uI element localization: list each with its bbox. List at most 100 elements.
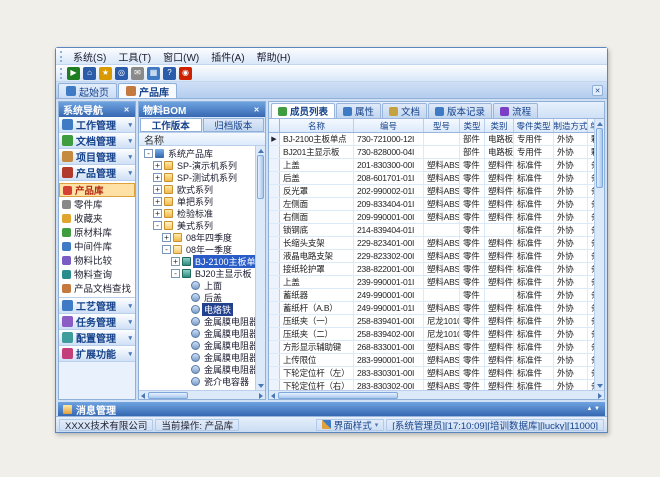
tree-toggle-icon[interactable]: +: [171, 257, 180, 266]
tree-node[interactable]: + SP-测试机系列: [139, 171, 255, 183]
row-selector[interactable]: [269, 263, 280, 275]
table-row[interactable]: 长缩头支架 229-823401-00I 塑料ABS 零件 塑料件 标准件 外协…: [269, 237, 594, 250]
row-selector[interactable]: [269, 146, 280, 158]
toolbar-grip[interactable]: [60, 68, 63, 79]
close-icon[interactable]: [122, 105, 131, 114]
column-header[interactable]: 零件类型: [514, 119, 554, 132]
scroll-left-icon[interactable]: [270, 392, 277, 399]
table-row[interactable]: 液晶电路支架 229-823302-00I 塑料ABS 零件 塑料件 标准件 外…: [269, 250, 594, 263]
tree-node[interactable]: 金属膜电阻器: [139, 315, 255, 327]
sidebar-item-product-doc-search[interactable]: 产品文档查找: [59, 281, 135, 295]
scroll-left-icon[interactable]: [140, 392, 147, 399]
bom-tab-working-version[interactable]: 工作版本: [140, 118, 202, 132]
tree-node[interactable]: + SP-演示机系列: [139, 159, 255, 171]
bom-tab-archived-version[interactable]: 归档版本: [203, 118, 265, 132]
sidebar-section-project[interactable]: 项目管理: [59, 149, 135, 165]
tree-node[interactable]: 上面: [139, 279, 255, 291]
sidebar-item-material-compare[interactable]: 物料比较: [59, 253, 135, 267]
tab-start-page[interactable]: 起始页: [58, 83, 117, 98]
tree-column-header[interactable]: 名称: [139, 133, 265, 146]
table-row[interactable]: 左侧面 209-833404-01I 塑料ABS 零件 塑料件 标准件 外协 条: [269, 198, 594, 211]
scroll-up-icon[interactable]: [596, 120, 603, 127]
tree-node[interactable]: - 美式系列: [139, 219, 255, 231]
tree-toggle-icon[interactable]: -: [162, 245, 171, 254]
tab-member-list[interactable]: 成员列表: [271, 103, 335, 118]
scroll-down-icon[interactable]: [596, 382, 603, 389]
favorites-icon[interactable]: ★: [99, 67, 112, 80]
column-header[interactable]: 类别: [485, 119, 514, 132]
tree-node[interactable]: 电烙铁: [139, 303, 255, 315]
scroll-thumb[interactable]: [148, 392, 188, 399]
toolbar-grip[interactable]: [60, 51, 63, 62]
vertical-scrollbar[interactable]: [594, 119, 604, 390]
table-row[interactable]: 下轮定位杆（左） 283-830301-00I 塑料ABS 零件 塑料件 标准件…: [269, 367, 594, 380]
tree-toggle-icon[interactable]: +: [153, 161, 162, 170]
vertical-scrollbar[interactable]: [255, 146, 265, 390]
run-icon[interactable]: ▶: [67, 67, 80, 80]
tree-node[interactable]: + 检验标准: [139, 207, 255, 219]
close-tab-icon[interactable]: [592, 85, 603, 96]
row-selector[interactable]: [269, 315, 280, 327]
sidebar-item-product-library[interactable]: 产品库: [59, 183, 135, 197]
tree-node[interactable]: 后盖: [139, 291, 255, 303]
tree-node[interactable]: + BJ-2100主板单点: [139, 255, 255, 267]
close-icon[interactable]: [252, 105, 261, 114]
menu-tools[interactable]: 工具(T): [112, 48, 157, 65]
tab-product-library[interactable]: 产品库: [118, 83, 177, 98]
table-row[interactable]: BJ-2100主板单点 730-721000-12I 部件 电路板 专用件 外协…: [269, 133, 594, 146]
tree-node[interactable]: + 08年四季度: [139, 231, 255, 243]
table-row[interactable]: 后盖 208-601701-01I 塑料ABS 零件 塑料件 标准件 外协 条: [269, 172, 594, 185]
table-row[interactable]: 下轮定位杆（右） 283-830302-00I 塑料ABS 零件 塑料件 标准件…: [269, 380, 594, 390]
tree-node[interactable]: 金属膜电阻器: [139, 351, 255, 363]
scroll-down-icon[interactable]: [257, 382, 264, 389]
row-selector-header[interactable]: [269, 119, 280, 132]
scroll-up-icon[interactable]: [257, 147, 264, 154]
tab-properties[interactable]: 属性: [336, 103, 381, 118]
table-row[interactable]: 右侧面 209-990001-00I 塑料ABS 零件 塑料件 标准件 外协 条: [269, 211, 594, 224]
row-selector[interactable]: [269, 289, 280, 301]
home-icon[interactable]: ⌂: [83, 67, 96, 80]
row-selector[interactable]: [269, 159, 280, 171]
scroll-thumb[interactable]: [278, 392, 398, 399]
tree-toggle-icon[interactable]: -: [153, 221, 162, 230]
row-selector[interactable]: [269, 367, 280, 379]
ui-style-dropdown[interactable]: 界面样式: [316, 419, 385, 431]
row-selector[interactable]: [269, 328, 280, 340]
expand-collapse-icon[interactable]: [586, 406, 600, 412]
row-selector[interactable]: [269, 302, 280, 314]
table-row[interactable]: 方形显示辅助键 268-833001-00I 塑料ABS 零件 塑料件 标准件 …: [269, 341, 594, 354]
table-row[interactable]: 上盖 239-990001-01I 塑料ABS 零件 塑料件 标准件 外协 条: [269, 276, 594, 289]
sidebar-item-material-query[interactable]: 物料查询: [59, 267, 135, 281]
tree-node[interactable]: - BJ20主显示板: [139, 267, 255, 279]
table-row[interactable]: BJ201主显示板 730-828000-04I 部件 电路板 专用件 外协 颗: [269, 146, 594, 159]
scroll-right-icon[interactable]: [596, 392, 603, 399]
menu-system[interactable]: 系统(S): [67, 48, 112, 65]
column-header[interactable]: 制造方式: [554, 119, 588, 132]
row-selector[interactable]: [269, 185, 280, 197]
tab-documents[interactable]: 文档: [382, 103, 427, 118]
table-row[interactable]: 蓄纸器 249-990001-00I 零件 标准件 外协 条: [269, 289, 594, 302]
table-row[interactable]: 接纸轮护罩 238-822001-00I 塑料ABS 零件 塑料件 标准件 外协…: [269, 263, 594, 276]
row-selector[interactable]: [269, 276, 280, 288]
column-header[interactable]: 型号: [424, 119, 460, 132]
table-row[interactable]: 上盖 201-830300-00I 塑料ABS 零件 塑料件 标准件 外协 条: [269, 159, 594, 172]
tree-node[interactable]: 金属膜电阻器: [139, 327, 255, 339]
menu-window[interactable]: 窗口(W): [157, 48, 205, 65]
tree-node[interactable]: + 欧式系列: [139, 183, 255, 195]
row-selector[interactable]: [269, 380, 280, 390]
table-row[interactable]: 压纸夹（二） 258-839402-00I 尼龙1010 零件 塑料件 标准件 …: [269, 328, 594, 341]
row-selector[interactable]: [269, 354, 280, 366]
sidebar-item-intermediate-library[interactable]: 中间件库: [59, 239, 135, 253]
scroll-thumb[interactable]: [596, 128, 603, 188]
sidebar-section-process[interactable]: 工艺管理: [59, 298, 135, 314]
row-selector[interactable]: [269, 250, 280, 262]
tab-workflow[interactable]: 流程: [493, 103, 538, 118]
mail-icon[interactable]: ✉: [131, 67, 144, 80]
sidebar-item-part-library[interactable]: 零件库: [59, 197, 135, 211]
table-row[interactable]: 锁钢底 214-839404-01I 零件 标准件 外协 条: [269, 224, 594, 237]
help-icon[interactable]: ?: [163, 67, 176, 80]
row-selector[interactable]: [269, 224, 280, 236]
tree-toggle-icon[interactable]: -: [171, 269, 180, 278]
row-selector[interactable]: [269, 133, 280, 145]
table-row[interactable]: 反光罩 202-990002-01I 塑料ABS 零件 塑料件 标准件 外协 条: [269, 185, 594, 198]
